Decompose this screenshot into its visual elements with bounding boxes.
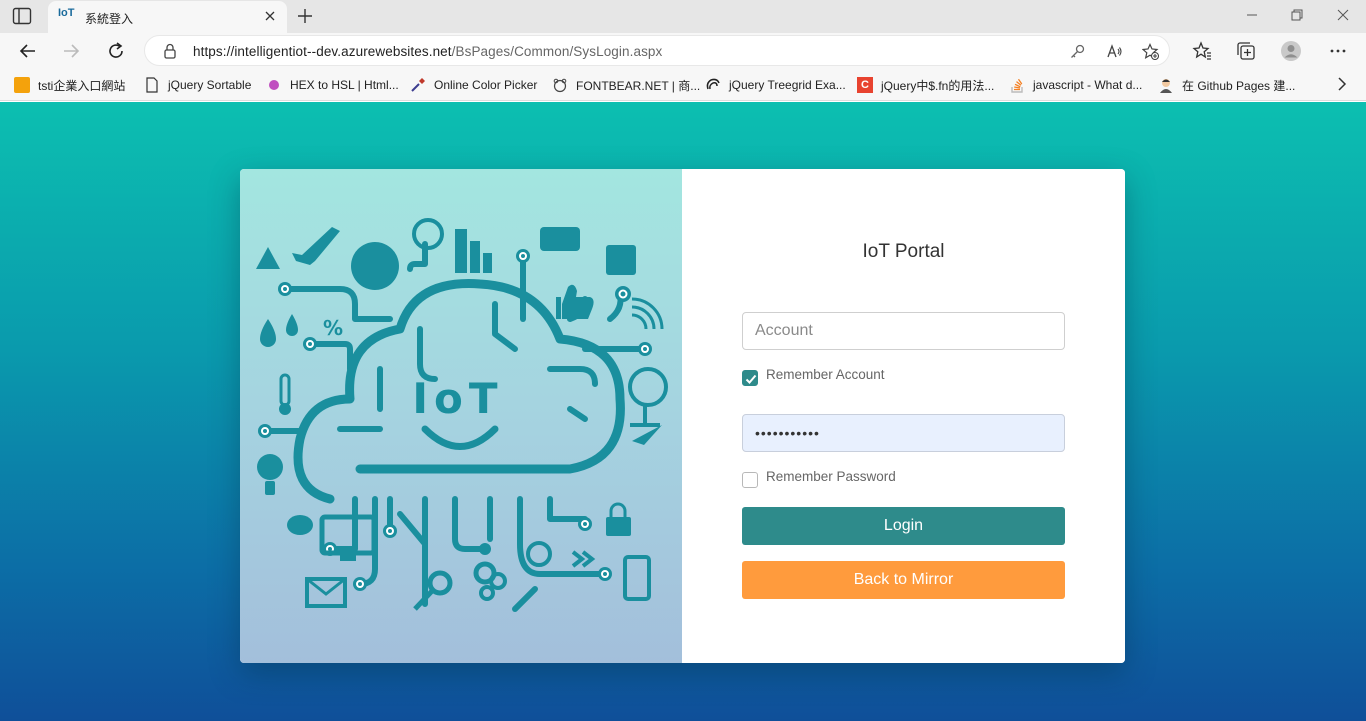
url-path: /BsPages/Common/SysLogin.aspx	[451, 44, 663, 59]
read-aloud-icon[interactable]	[1106, 43, 1123, 60]
back-arrow-icon[interactable]	[18, 41, 38, 61]
bookmark-item[interactable]: HEX to HSL | Html...	[266, 76, 399, 94]
remember-account-checkbox[interactable]	[742, 370, 758, 386]
favorites-icon[interactable]	[1192, 41, 1212, 61]
close-window-icon[interactable]	[1336, 8, 1350, 22]
iot-illustration: IoT %	[240, 169, 682, 663]
iot-logo-text: IoT	[412, 374, 503, 423]
bookmark-label: jQuery Treegrid Exa...	[729, 78, 846, 92]
url-host: https://intelligentiot--dev.azurewebsite…	[193, 44, 452, 59]
bookmark-label: jQuery Sortable	[168, 78, 252, 92]
bookmark-item[interactable]: 在 Github Pages 建...	[1158, 76, 1295, 94]
folder-orange-icon	[14, 77, 30, 93]
bookmark-label: javascript - What d...	[1033, 78, 1143, 92]
tab-actions-icon[interactable]	[12, 7, 32, 25]
collections-icon[interactable]	[1236, 41, 1256, 61]
back-to-mirror-button[interactable]: Back to Mirror	[742, 561, 1065, 599]
bookmark-label: jQuery中$.fn的用法...	[881, 78, 995, 93]
login-card: IoT % IoT Portal Account Remember Accoun…	[240, 169, 1125, 663]
bookmark-item[interactable]: C jQuery中$.fn的用法...	[857, 76, 994, 94]
bookmark-item[interactable]: FONTBEAR.NET | 商...	[552, 76, 700, 94]
new-tab-icon[interactable]	[296, 7, 314, 25]
bear-icon	[553, 78, 567, 93]
login-button[interactable]: Login	[742, 507, 1065, 545]
tab-strip: IoT 系統登入	[0, 0, 1366, 33]
page-icon	[146, 77, 158, 93]
restore-icon[interactable]	[1290, 8, 1304, 22]
eyedropper-icon	[411, 78, 425, 92]
close-tab-icon[interactable]	[263, 9, 277, 23]
stackoverflow-icon	[1011, 78, 1023, 93]
bookmark-item[interactable]: Online Color Picker	[410, 76, 537, 94]
login-page: IoT % IoT Portal Account Remember Accoun…	[0, 102, 1366, 721]
bookmark-label: tsti企業入口網站	[38, 78, 126, 93]
login-form: IoT Portal Remember Account Remember Pas…	[682, 169, 1125, 663]
lock-icon[interactable]	[163, 43, 177, 59]
add-favorite-icon[interactable]	[1142, 43, 1159, 60]
remember-password-label: Remember Password	[766, 469, 896, 484]
red-c-icon: C	[857, 77, 873, 93]
account-input[interactable]	[742, 312, 1065, 350]
minimize-icon[interactable]	[1245, 8, 1259, 22]
key-icon[interactable]	[1069, 43, 1086, 60]
purple-dot-icon	[269, 80, 279, 90]
active-tab[interactable]: IoT 系統登入	[48, 1, 287, 33]
bookmark-item[interactable]: javascript - What d...	[1009, 76, 1142, 94]
avatar-icon	[1160, 79, 1172, 93]
checkmark-icon	[745, 374, 757, 384]
address-bar[interactable]: https://intelligentiot--dev.azurewebsite…	[144, 35, 1170, 66]
browser-toolbar: https://intelligentiot--dev.azurewebsite…	[0, 33, 1366, 68]
remember-account-label: Remember Account	[766, 367, 885, 382]
forward-arrow-icon[interactable]	[61, 41, 81, 61]
password-input[interactable]	[742, 414, 1065, 452]
bookmark-item[interactable]: jQuery Sortable	[144, 76, 251, 94]
portal-title: IoT Portal	[862, 241, 945, 262]
more-menu-icon[interactable]	[1328, 41, 1348, 61]
bookmark-label: FONTBEAR.NET | 商...	[576, 78, 701, 93]
percent-sign: %	[323, 316, 343, 340]
bookmark-item[interactable]: tsti企業入口網站	[14, 76, 125, 94]
url-text[interactable]: https://intelligentiot--dev.azurewebsite…	[193, 44, 662, 59]
bookmarks-bar: tsti企業入口網站 jQuery Sortable HEX to HSL | …	[0, 68, 1366, 101]
remember-password-checkbox[interactable]	[742, 472, 758, 488]
profile-avatar-icon[interactable]	[1281, 41, 1301, 61]
tab-title: 系統登入	[85, 12, 134, 26]
bookmark-label: 在 Github Pages 建...	[1182, 78, 1296, 93]
bookmark-label: Online Color Picker	[434, 78, 538, 92]
refresh-icon[interactable]	[106, 41, 126, 61]
swirl-icon	[706, 78, 720, 90]
chevron-right-icon[interactable]	[1336, 77, 1348, 91]
bookmark-label: HEX to HSL | Html...	[290, 78, 399, 92]
bookmark-item[interactable]: jQuery Treegrid Exa...	[705, 76, 846, 94]
iot-favicon-icon: IoT	[58, 7, 75, 19]
